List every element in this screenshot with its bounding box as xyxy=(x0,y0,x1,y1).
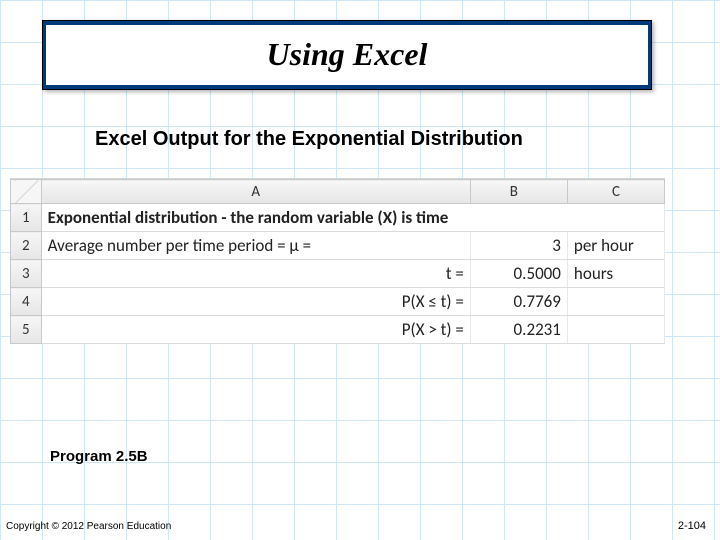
cell-c2: per hour xyxy=(567,232,664,260)
cell-b3: 0.5000 xyxy=(470,260,567,288)
cell-a4: P(X ≤ t) = xyxy=(41,288,470,316)
col-header-b: B xyxy=(470,180,567,204)
table-row: 3 t = 0.5000 hours xyxy=(11,260,665,288)
row-header: 3 xyxy=(11,260,42,288)
program-label: Program 2.5B xyxy=(50,448,148,465)
cell-c3: hours xyxy=(567,260,664,288)
row-header: 2 xyxy=(11,232,42,260)
cell-a5: P(X > t) = xyxy=(41,316,470,344)
excel-screenshot: A B C 1 Exponential distribution - the r… xyxy=(10,178,665,344)
table-row: 1 Exponential distribution - the random … xyxy=(11,204,665,232)
col-header-a: A xyxy=(41,180,470,204)
col-header-c: C xyxy=(567,180,664,204)
cell-a1: Exponential distribution - the random va… xyxy=(41,204,664,232)
column-header-row: A B C xyxy=(11,180,665,204)
slide-subtitle: Excel Output for the Exponential Distrib… xyxy=(95,128,523,151)
select-all-corner xyxy=(11,180,42,204)
cell-a3: t = xyxy=(41,260,470,288)
table-row: 2 Average number per time period = μ = 3… xyxy=(11,232,665,260)
row-header: 1 xyxy=(11,204,42,232)
page-number: 2-104 xyxy=(678,520,706,532)
table-row: 5 P(X > t) = 0.2231 xyxy=(11,316,665,344)
cell-a2: Average number per time period = μ = xyxy=(41,232,470,260)
title-inner: Using Excel xyxy=(46,25,648,85)
excel-table: A B C 1 Exponential distribution - the r… xyxy=(10,179,665,344)
cell-b5: 0.2231 xyxy=(470,316,567,344)
title-box: Using Excel xyxy=(42,20,652,90)
cell-b2: 3 xyxy=(470,232,567,260)
row-header: 5 xyxy=(11,316,42,344)
cell-c4 xyxy=(567,288,664,316)
slide-title: Using Excel xyxy=(267,36,428,73)
row-header: 4 xyxy=(11,288,42,316)
cell-c5 xyxy=(567,316,664,344)
copyright-text: Copyright © 2012 Pearson Education xyxy=(6,521,171,532)
cell-b4: 0.7769 xyxy=(470,288,567,316)
table-row: 4 P(X ≤ t) = 0.7769 xyxy=(11,288,665,316)
